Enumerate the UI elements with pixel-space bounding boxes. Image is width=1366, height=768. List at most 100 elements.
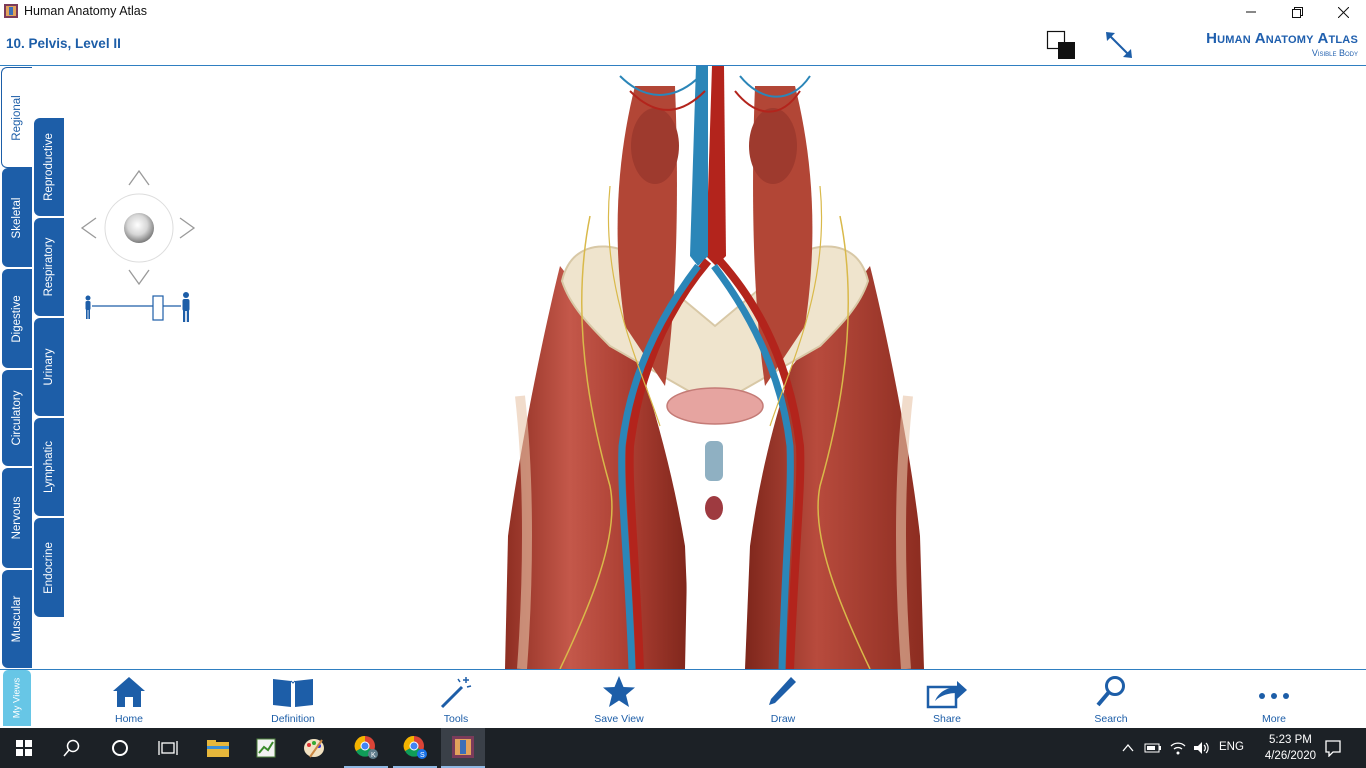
tools-label: Tools [443, 713, 469, 725]
close-button[interactable] [1320, 0, 1366, 24]
home-button[interactable]: Home [84, 675, 174, 727]
window-title: Human Anatomy Atlas [24, 4, 147, 18]
battery-icon[interactable] [1144, 741, 1162, 755]
close-icon [1337, 6, 1349, 18]
left-kidney [631, 108, 679, 184]
rotate-left-arrow-icon[interactable] [80, 217, 97, 239]
windows-taskbar: K S ENG 5:23 PM 4/26/2020 [0, 728, 1366, 768]
home-label: Home [114, 713, 143, 725]
contrast-toggle-icon[interactable] [1046, 30, 1076, 60]
tab-label: Skeletal [11, 197, 23, 238]
taskbar-clock[interactable]: 5:23 PM 4/26/2020 [1265, 732, 1316, 764]
my-views-label: My Views [11, 677, 23, 719]
app-header: 10. Pelvis, Level II Human Anatomy Atlas… [0, 24, 1366, 66]
tab-label: Regional [11, 94, 23, 141]
tab-nervous[interactable]: Nervous [2, 468, 32, 568]
search-icon [1096, 676, 1125, 707]
rotate-up-arrow-icon[interactable] [128, 169, 150, 186]
cortana-button[interactable] [98, 728, 142, 768]
spreadsheet-app-button[interactable] [244, 728, 288, 768]
paint-palette-icon [304, 739, 324, 758]
paint-app-button[interactable] [292, 728, 336, 768]
tab-muscular[interactable]: Muscular [2, 570, 32, 668]
minimize-button[interactable] [1228, 0, 1274, 24]
task-view-button[interactable] [146, 728, 190, 768]
share-icon [926, 681, 967, 709]
tab-label: Respiratory [43, 237, 55, 297]
wifi-icon[interactable] [1169, 740, 1187, 756]
star-icon [603, 676, 635, 707]
minimize-icon [1246, 11, 1256, 13]
draw-button[interactable]: Draw [738, 675, 828, 727]
tab-label: Muscular [11, 595, 23, 643]
anatomy-3d-model[interactable] [500, 66, 930, 669]
search-label: Search [1094, 713, 1128, 725]
tools-button[interactable]: Tools [411, 675, 501, 727]
tab-endocrine[interactable]: Endocrine [34, 518, 64, 617]
cortana-circle-icon [112, 740, 128, 756]
magic-wand-icon [440, 677, 472, 709]
folder-icon [207, 740, 229, 757]
tab-lymphatic[interactable]: Lymphatic [34, 418, 64, 516]
tab-reproductive[interactable]: Reproductive [34, 118, 64, 216]
svg-text:S: S [420, 752, 425, 759]
show-hidden-icons-chevron-icon[interactable] [1122, 742, 1134, 754]
bladder [666, 387, 764, 425]
tab-skeletal[interactable]: Skeletal [2, 168, 32, 267]
tab-label: Nervous [11, 496, 23, 540]
zoom-slider-handle[interactable] [152, 295, 164, 321]
start-button[interactable] [2, 728, 46, 768]
tab-label: Circulatory [11, 390, 23, 446]
tab-label: Endocrine [43, 541, 55, 594]
tab-label: Reproductive [43, 133, 55, 201]
brand-logo: Human Anatomy Atlas Visible Body [1206, 30, 1358, 58]
clock-date: 4/26/2020 [1264, 750, 1316, 762]
more-dots-icon [1259, 693, 1289, 699]
chrome-profile-s-button[interactable]: S [393, 728, 437, 768]
my-views-tab[interactable]: My Views [3, 670, 31, 726]
zoom-out-figure-icon[interactable] [85, 295, 91, 320]
taskbar-search-button[interactable] [50, 728, 94, 768]
draw-label: Draw [770, 713, 796, 725]
volume-icon[interactable] [1192, 740, 1210, 756]
tab-regional[interactable]: Regional [1, 67, 32, 168]
book-icon [273, 679, 313, 707]
fullscreen-expand-icon[interactable] [1104, 30, 1134, 60]
tab-circulatory[interactable]: Circulatory [2, 370, 32, 466]
task-view-icon [158, 741, 178, 755]
restore-icon [1291, 6, 1303, 18]
tab-label: Digestive [11, 294, 23, 343]
definition-button[interactable]: Definition [248, 675, 338, 727]
anus [705, 496, 723, 520]
more-button[interactable]: More [1229, 675, 1319, 727]
notifications-icon[interactable] [1324, 739, 1342, 757]
human-anatomy-atlas-taskbar-button[interactable] [441, 728, 485, 768]
tab-urinary[interactable]: Urinary [34, 318, 64, 416]
clock-time: 5:23 PM [1269, 734, 1312, 746]
pencil-icon [769, 677, 796, 705]
tab-respiratory[interactable]: Respiratory [34, 218, 64, 316]
app-icon [452, 736, 474, 758]
right-kidney [749, 108, 797, 184]
app-icon [4, 4, 18, 18]
search-button[interactable]: Search [1066, 675, 1156, 727]
chrome-icon: K [354, 735, 378, 759]
file-explorer-button[interactable] [196, 728, 240, 768]
brand-title: Human Anatomy Atlas [1206, 30, 1358, 47]
rotate-down-arrow-icon[interactable] [128, 269, 150, 286]
zoom-in-figure-icon[interactable] [182, 292, 190, 322]
share-button[interactable]: Share [902, 675, 992, 727]
tab-label: Urinary [43, 348, 55, 386]
rotate-right-arrow-icon[interactable] [179, 217, 196, 239]
svg-text:K: K [371, 752, 376, 759]
pan-joystick-knob[interactable] [124, 213, 154, 243]
definition-label: Definition [271, 713, 315, 725]
chrome-profile-k-button[interactable]: K [344, 728, 388, 768]
save-view-button[interactable]: Save View [574, 675, 664, 727]
restore-button[interactable] [1274, 0, 1320, 24]
page-title: 10. Pelvis, Level II [6, 36, 121, 51]
brand-subtitle: Visible Body [1311, 48, 1358, 58]
language-indicator[interactable]: ENG [1219, 741, 1244, 753]
tab-digestive[interactable]: Digestive [2, 269, 32, 368]
save-view-label: Save View [594, 713, 644, 725]
